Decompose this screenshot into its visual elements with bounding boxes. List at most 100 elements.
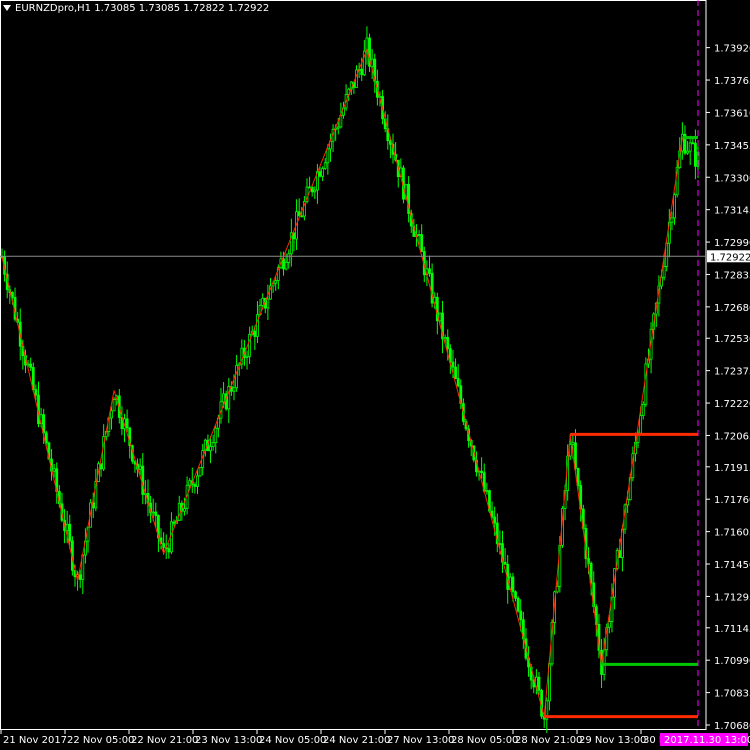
candle-body (451, 361, 455, 368)
x-tick-label: 24 Nov 05:00 (259, 735, 326, 746)
y-tick-label: 1.71915 (714, 463, 750, 474)
y-tick-label: 1.71450 (714, 560, 750, 571)
candle-body (438, 312, 442, 322)
symbol-label: EURNZDpro,H1 (15, 3, 92, 14)
candle-body (443, 337, 447, 340)
candle-body (639, 415, 643, 434)
candle-body (326, 148, 330, 164)
candle-body (454, 366, 457, 379)
candle-body (34, 389, 38, 396)
zigzag-line (1, 48, 683, 717)
candle-body (214, 427, 218, 444)
y-tick-label: 1.72530 (714, 334, 750, 345)
candle-body (571, 442, 575, 445)
candle-body (183, 508, 186, 512)
candle-body (292, 232, 296, 240)
candle-body (321, 168, 325, 177)
high-value: 1.73085 (138, 3, 181, 14)
candle-body (686, 150, 689, 154)
y-tick-label: 1.73145 (714, 206, 750, 217)
y-tick-label: 1.71605 (714, 528, 750, 539)
candle-body (670, 217, 674, 223)
x-tick-label: 21 Nov 2017 (3, 735, 67, 746)
candle-body (151, 511, 155, 514)
candle-body (198, 466, 202, 477)
candle-body (29, 363, 33, 368)
candle-body (125, 418, 129, 429)
candle-body (493, 516, 497, 524)
dropdown-triangle-icon[interactable] (3, 5, 11, 11)
x-tick-label: 23 Nov 13:00 (195, 735, 262, 746)
current-price-label: 1.72922 (710, 252, 750, 263)
y-tick-label: 1.70680 (714, 721, 750, 732)
candle-body (141, 465, 145, 495)
candle-body (196, 475, 199, 487)
low-value: 1.72822 (183, 3, 225, 14)
candle-body (511, 576, 515, 593)
candle-body (222, 393, 225, 403)
candle-body (420, 234, 424, 252)
price-chart[interactable]: 1.73920 1.73765 1.73610 1.73455 1.73300 1.731… (0, 0, 750, 750)
candle-body (235, 365, 239, 389)
candle-body (172, 521, 176, 524)
candle-body (209, 446, 212, 452)
candle-body (519, 610, 523, 621)
candle-body (274, 280, 278, 284)
candle-body (417, 234, 421, 236)
candle-body (167, 548, 171, 553)
candle-body (428, 268, 431, 274)
candle-body (44, 432, 48, 444)
candle-body (607, 621, 611, 628)
y-tick-label: 1.72835 (714, 270, 750, 281)
candle-body (68, 523, 72, 542)
candle-body (193, 484, 197, 487)
y-tick-label: 1.71295 (714, 592, 750, 603)
candle-body (42, 414, 46, 434)
current-time-label: 2017.11.30 13:00 (664, 735, 750, 746)
candle-body (188, 480, 192, 486)
y-tick-label: 1.73610 (714, 108, 750, 119)
y-tick-label: 1.73920 (714, 44, 750, 55)
candle-body (138, 465, 142, 470)
candle-body (78, 574, 82, 580)
y-tick-label: 1.72065 (714, 431, 750, 442)
y-tick-label: 1.72220 (714, 399, 750, 410)
x-tick-label: 28 Nov 05:00 (451, 735, 518, 746)
candle-body (300, 215, 304, 218)
close-value: 1.72922 (227, 3, 270, 14)
y-tick-label: 1.73455 (714, 141, 750, 152)
candle-body (211, 442, 215, 448)
plot-frame (0, 0, 707, 730)
candle-body (245, 355, 249, 358)
y-tick-label: 1.72990 (714, 238, 750, 249)
x-tick-label: 24 Nov 21:00 (323, 735, 390, 746)
candle-body (336, 126, 340, 129)
y-tick-label: 1.70835 (714, 689, 750, 700)
candle-body (673, 194, 676, 219)
candle-body (360, 68, 364, 76)
open-value: 1.73085 (94, 3, 136, 14)
y-tick-label: 1.73300 (714, 173, 750, 184)
candle-body (162, 543, 166, 548)
candle-body (480, 470, 484, 474)
candle-body (308, 186, 311, 189)
candle-body (691, 142, 695, 145)
candle-body (693, 142, 697, 167)
candle-body (456, 378, 460, 387)
candle-body (65, 523, 69, 532)
candle-body (284, 262, 288, 270)
candle-body (641, 403, 645, 416)
y-tick-label: 1.72680 (714, 303, 750, 314)
candle-body (662, 266, 666, 278)
y-tick-label: 1.72375 (714, 367, 750, 378)
candle-body (287, 253, 291, 263)
x-tick-label: 28 Nov 21:00 (515, 735, 582, 746)
candle-body (498, 543, 502, 545)
candle-body (110, 410, 113, 419)
candle-body (514, 591, 517, 599)
candle-body (52, 468, 56, 472)
chart-header: EURNZDpro,H1 1.73085 1.73085 1.72822 1.7… (3, 3, 269, 14)
x-tick-label: 27 Nov 13:00 (387, 735, 454, 746)
y-tick-label: 1.71145 (714, 624, 750, 635)
candle-body (537, 676, 541, 691)
